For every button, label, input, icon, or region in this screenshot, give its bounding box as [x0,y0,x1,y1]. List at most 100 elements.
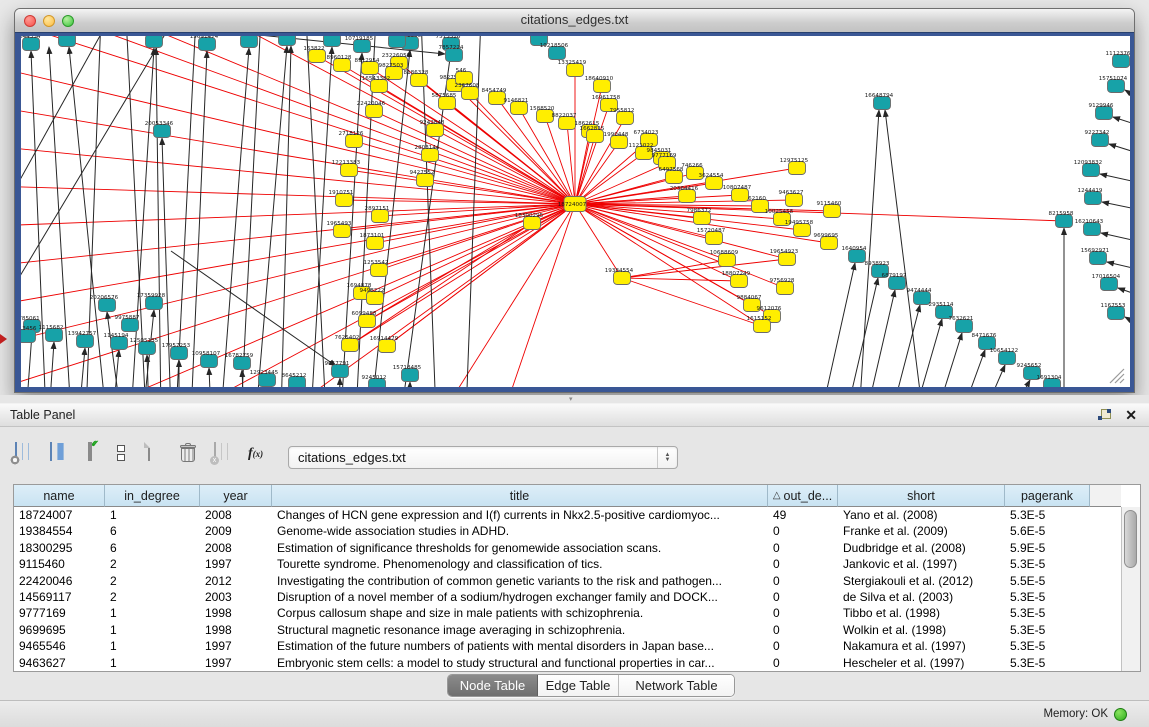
graph-node[interactable]: 9463627 [779,190,804,207]
table-row[interactable]: 1938455462009Genome-wide association stu… [14,523,1121,539]
table-cell[interactable]: 1 [105,605,200,621]
graph-node[interactable]: 12975125 [780,158,809,175]
combobox-arrows-icon[interactable]: ▲▼ [657,447,677,468]
graph-node[interactable]: 9657791 [325,361,350,378]
table-cell[interactable]: 0 [768,605,838,621]
table-cell[interactable]: 2009 [200,523,272,539]
table-cell[interactable]: 2008 [200,540,272,556]
table-selector-combobox[interactable]: citations_edges.txt ▲▼ [288,446,678,469]
table-settings-icon[interactable] [15,443,39,467]
table-cell[interactable]: 2003 [200,589,272,605]
table-cell[interactable]: 0 [768,556,838,572]
graph-node[interactable]: 1910751 [329,190,354,207]
graph-node[interactable]: 17359928 [137,293,166,310]
graph-node[interactable]: 8645212 [282,373,307,387]
table-cell[interactable]: Structural magnetic resonance image aver… [272,622,768,638]
table-row[interactable]: 946554611997Estimation of the future num… [14,638,1121,654]
table-cell[interactable]: Nakamura et al. (1997) [838,638,1005,654]
table-cell[interactable]: 5.3E-5 [1005,605,1090,621]
citation-graph[interactable]: 1644354240355742069140615691474108532671… [21,36,1130,387]
graph-node[interactable]: 6099488 [352,311,377,328]
graph-node[interactable]: 20691406 [137,36,166,48]
table-cell[interactable]: Jankovic et al. (1997) [838,556,1005,572]
graph-node[interactable]: 19218506 [540,43,569,60]
graph-node[interactable]: 13325419 [558,60,587,77]
graph-node[interactable]: 10688609 [710,250,739,267]
network-canvas[interactable]: 1644354240355742069140615691474108532671… [21,36,1130,387]
table-cell[interactable]: de Silva et al. (2003) [838,589,1005,605]
graph-node[interactable]: 17016504 [1092,274,1121,291]
graph-node[interactable]: 17957253 [162,343,191,360]
graph-node[interactable]: 2718126 [339,131,364,148]
table-cell[interactable]: Hescheler et al. (1997) [838,655,1005,671]
tab-edge-table[interactable]: Edge Table [538,675,619,696]
graph-node[interactable]: 18807249 [722,271,751,288]
table-cell[interactable]: 2 [105,589,200,605]
memory-status-icon[interactable] [1114,708,1127,721]
table-cell[interactable]: 2012 [200,573,272,589]
graph-node[interactable]: 15751074 [1099,76,1128,93]
table-cell[interactable]: 18724007 [14,507,105,523]
table-cell[interactable]: Tourette syndrome. Phenomenology and cla… [272,556,768,572]
table-cell[interactable]: Estimation of the future numbers of pati… [272,638,768,654]
table-cell[interactable]: Franke et al. (2009) [838,523,1005,539]
graph-node[interactable]: 19654923 [770,249,799,266]
graph-node[interactable]: 15692971 [1081,248,1110,265]
graph-node[interactable]: 13942757 [68,331,97,348]
graph-node[interactable]: 7955812 [610,108,635,125]
graph-node[interactable]: 10654122 [990,348,1018,365]
graph-node[interactable]: 5875685 [432,93,457,110]
table-cell[interactable]: 18300295 [14,540,105,556]
table-cell[interactable]: 9699695 [14,622,105,638]
table-cell[interactable]: 2008 [200,507,272,523]
table-cell[interactable]: Estimation of significance thresholds fo… [272,540,768,556]
table-cell[interactable]: 9465546 [14,638,105,654]
graph-node[interactable]: 24035574 [50,36,79,47]
table-cell[interactable]: Wolkin et al. (1998) [838,622,1005,638]
graph-node[interactable]: 1990448 [604,132,629,149]
table-cell[interactable]: 0 [768,573,838,589]
graph-node[interactable]: 1145194 [104,333,129,350]
graph-node[interactable]: 19384554 [605,268,634,285]
table-cell[interactable]: Investigating the contribution of common… [272,573,768,589]
graph-node[interactable]: 9115460 [817,201,842,218]
column-header-title[interactable]: title [272,485,768,507]
table-cell[interactable]: 6 [105,523,200,539]
table-cell[interactable]: 1998 [200,605,272,621]
graph-node[interactable]: 15718485 [393,365,422,382]
table-row[interactable]: 1830029562008Estimation of significance … [14,540,1121,556]
column-header-name[interactable]: name [14,485,105,507]
table-row[interactable]: 1872400712008Changes of HCN gene express… [14,507,1121,523]
graph-node[interactable]: 1644354 [21,36,41,51]
graph-node[interactable]: 163822 [303,46,325,63]
table-cell[interactable]: Stergiakouli et al. (2012) [838,573,1005,589]
graph-node[interactable]: 1167553 [1101,303,1126,320]
graph-node[interactable]: 9756928 [770,278,795,295]
table-cell[interactable]: 6 [105,540,200,556]
graph-node[interactable]: 16914479 [370,336,399,353]
table-cell[interactable]: Embryonic stem cells: a model to study s… [272,655,768,671]
new-table-icon[interactable] [148,443,172,467]
table-row[interactable]: 2242004622012Investigating the contribut… [14,573,1121,589]
graph-node[interactable]: 12505135 [130,338,159,355]
graph-node[interactable]: 9227342 [1085,130,1110,147]
graph-node[interactable]: 9245012 [362,375,387,387]
row-height-icon[interactable] [117,445,127,469]
select-rows-icon[interactable] [88,443,102,467]
table-cell[interactable]: 9463627 [14,655,105,671]
graph-node[interactable]: 18300295 [515,213,544,230]
table-cell[interactable]: Disruption of a novel member of a sodium… [272,589,768,605]
graph-node[interactable]: 1640954 [842,246,867,263]
column-header-pagerank[interactable]: pagerank [1005,485,1090,507]
graph-node[interactable]: 3624554 [699,173,724,190]
close-panel-icon[interactable]: ✕ [1125,407,1137,423]
vertical-scrollbar[interactable] [1121,507,1140,671]
table-cell[interactable]: 19384554 [14,523,105,539]
panel-splitter-handle[interactable]: ▾ [569,397,577,402]
graph-node[interactable]: 16782759 [225,353,254,370]
table-cell[interactable]: Changes of HCN gene expression and I(f) … [272,507,768,523]
graph-node[interactable]: 8912954 [355,58,380,75]
graph-node[interactable]: 1253542 [364,260,389,277]
delete-table-icon[interactable] [180,443,204,467]
graph-node[interactable]: 1965493 [327,221,352,238]
